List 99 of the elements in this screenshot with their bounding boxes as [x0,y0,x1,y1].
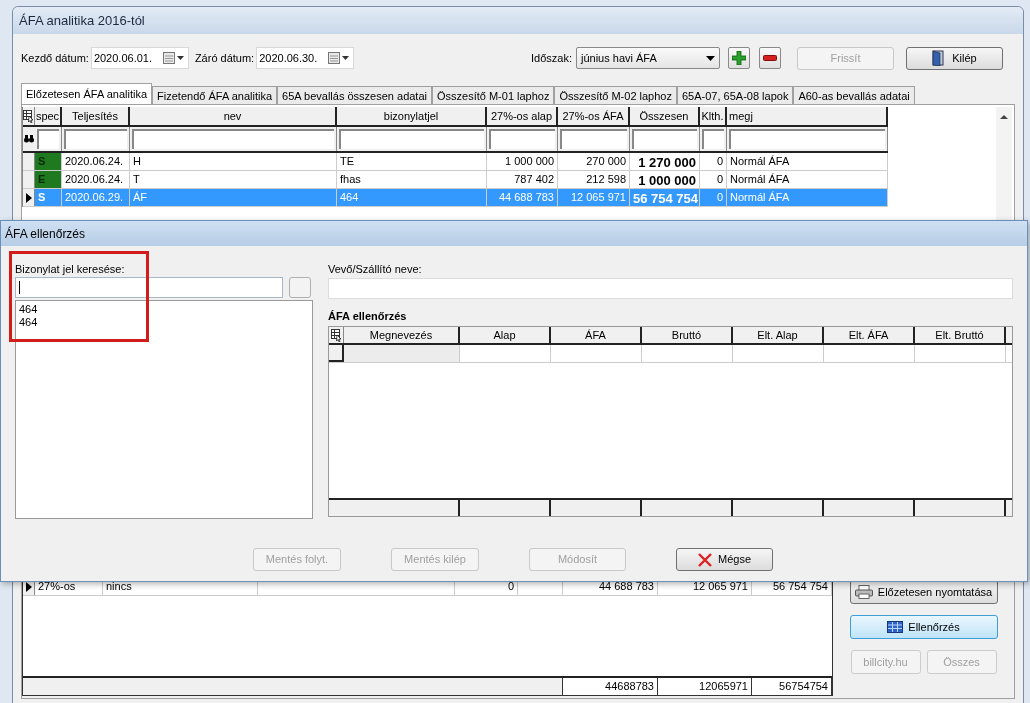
table-cell: T [130,171,337,188]
search-field[interactable] [15,277,283,298]
exit-button[interactable]: Kilép [906,46,1003,70]
tab[interactable]: Összesítő M-01 laphoz [432,86,555,104]
tab[interactable]: 65A-07, 65A-08 lapok [677,86,794,104]
tab[interactable]: Összesítő M-02 laphoz [554,86,677,104]
table-cell: 1 000 000 [487,153,558,170]
close-icon [698,552,712,567]
filter-field[interactable] [702,129,724,149]
table-cell: 2020.06.24. [62,171,130,188]
total-cell: 56754754 [752,678,832,695]
table-icon [887,621,904,633]
column-header[interactable]: Elt. ÁFA [824,327,915,343]
filter-field[interactable] [64,129,127,149]
table-cell: TE [337,153,487,170]
section-heading: ÁFA ellenőrzés [328,309,408,324]
period-dropdown[interactable]: június havi ÁFA [576,47,720,69]
tab[interactable]: A60-as bevallás adatai [793,86,915,104]
table-cell: 44 688 783 [487,189,558,206]
list-item[interactable]: 464 [19,316,309,329]
spec-cell: S [35,153,62,170]
column-header[interactable]: spec [35,107,62,125]
search-label: Bizonylat jel keresése: [15,262,126,276]
table-cell: 2020.06.29. [62,189,130,206]
table-cell: 212 598 [558,171,630,188]
column-header[interactable]: megj [727,107,888,125]
tab[interactable]: Fizetendő ÁFA analitika [152,86,278,104]
table-cell: 0 [700,171,727,188]
column-header[interactable]: ÁFA [551,327,642,343]
tab[interactable]: 65A bevallás összesen adatai [277,86,432,104]
grid-row[interactable]: E 2020.06.24. T fhas 787 402 212 598 1 000 000 0 Normál ÁFA [23,171,888,189]
search-button[interactable] [289,277,311,298]
column-header[interactable]: Összesen [630,107,700,125]
table-cell: 0 [700,153,727,170]
end-date-field[interactable]: 2020.06.30. [256,47,355,69]
list-item[interactable]: 464 [19,303,309,316]
filter-field[interactable] [339,129,484,149]
minus-icon [763,55,777,61]
table-cell: 2020.06.24. [62,153,130,170]
table-cell: Normál ÁFA [727,153,888,170]
grid-settings-icon[interactable] [23,109,34,123]
table-cell: H [130,153,337,170]
column-header[interactable]: 27%-os ÁFA [558,107,630,125]
remove-button[interactable] [759,47,781,69]
column-header[interactable]: Bruttó [642,327,733,343]
table-cell: 1 000 000 [630,171,700,188]
filter-field[interactable] [132,129,334,149]
table-cell: 12 065 971 [558,189,630,206]
grid-row[interactable]: S 2020.06.24. H TE 1 000 000 270 000 1 270 000 0 Normál ÁFA [23,153,888,171]
column-header[interactable]: Elt. Bruttó [915,327,1006,343]
add-button[interactable] [728,47,750,69]
filter-field[interactable] [560,129,627,149]
table-cell: 0 [700,189,727,206]
door-icon [932,50,947,66]
table-cell: 56 754 754 [630,189,700,206]
table-cell: 270 000 [558,153,630,170]
filter-field[interactable] [632,129,697,149]
partner-field[interactable] [328,278,1013,299]
column-header[interactable]: Teljesítés [62,107,130,125]
column-header[interactable]: Megnevezés [344,327,460,343]
printer-icon [854,585,873,599]
column-header[interactable]: Alap [460,327,551,343]
filter-field[interactable] [37,129,59,149]
dialog-title: ÁFA ellenőrzés [5,225,86,243]
filter-field[interactable] [489,129,555,149]
caret-icon [706,55,715,61]
row-header[interactable] [329,345,344,362]
text-cursor [19,281,20,294]
column-header[interactable]: nev [130,107,337,125]
total-cell: 12065971 [658,678,752,695]
end-date-label: Záró dátum: [194,50,255,66]
tab[interactable]: Előzetesen ÁFA analitika [21,83,153,104]
filter-field[interactable] [729,129,885,149]
total-cell: 44688783 [563,678,658,695]
table-cell: fhas [337,171,487,188]
window-title: ÁFA analitika 2016-tól [19,11,145,30]
table-cell: Normál ÁFA [727,171,888,188]
start-date-field[interactable]: 2020.06.01. [90,47,189,69]
table-cell: Normál ÁFA [727,189,888,206]
column-header[interactable]: bizonylatjel [337,107,487,125]
spec-cell: E [35,171,62,188]
plus-icon [732,51,746,65]
column-header[interactable]: Elt. Alap [733,327,824,343]
column-header[interactable]: Klth. [700,107,727,125]
print-button[interactable]: Előzetesen nyomtatása [849,580,998,604]
table-cell: ÁF [130,189,337,206]
cancel-button[interactable]: Mégse [676,548,773,571]
spec-cell: S [35,189,62,206]
check-button[interactable]: Ellenőrzés [849,615,998,639]
grid-settings-icon[interactable] [330,328,342,342]
scroll-up-icon[interactable] [1000,115,1008,119]
table-cell: 464 [337,189,487,206]
table-cell: 787 402 [487,171,558,188]
partner-label: Vevő/Szállító neve: [328,262,423,276]
table-cell: 1 270 000 [630,153,700,170]
start-date-label: Kezdő dátum: [21,50,89,66]
binoculars-icon [24,135,34,143]
column-header[interactable]: 27%-os alap [487,107,558,125]
period-label: Időszak: [531,50,572,66]
